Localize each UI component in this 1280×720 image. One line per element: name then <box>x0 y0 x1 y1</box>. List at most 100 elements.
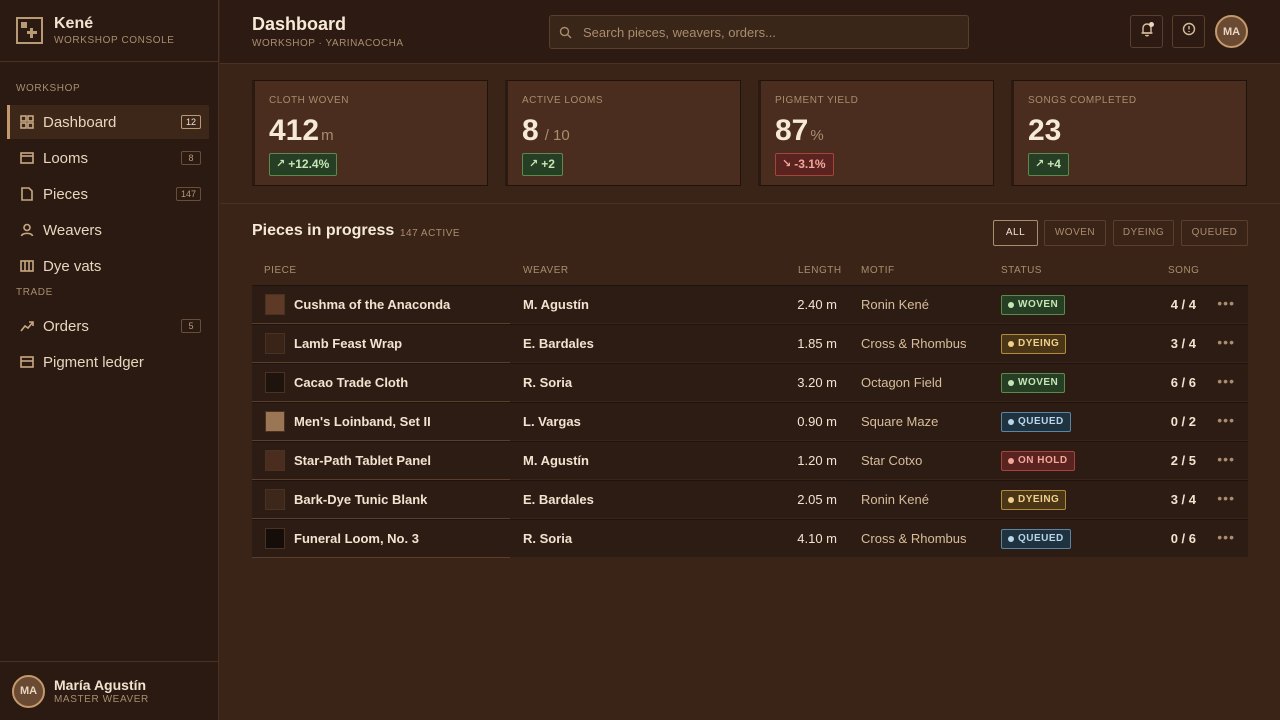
piece-name: Cacao Trade Cloth <box>294 375 409 390</box>
filter-woven[interactable]: WOVEN <box>1044 220 1106 246</box>
motif-name: Ronin Kené <box>861 492 929 507</box>
notifications-button[interactable] <box>1130 15 1163 48</box>
piece-name: Lamb Feast Wrap <box>294 336 403 351</box>
color-swatch <box>265 333 285 354</box>
table-row[interactable]: Funeral Loom, No. 3 R. Soria 4.10 m Cros… <box>252 519 1248 558</box>
trend-icon <box>20 319 34 333</box>
brand[interactable]: Kené WORKSHOP CONSOLE <box>0 0 218 62</box>
more-options-icon[interactable]: ••• <box>1217 335 1235 349</box>
table-row[interactable]: Cushma of the Anaconda M. Agustín 2.40 m… <box>252 285 1248 324</box>
search-box[interactable] <box>549 15 969 49</box>
sidebar-item-label: Dye vats <box>43 257 102 275</box>
header-avatar[interactable]: MA <box>1215 15 1248 48</box>
header: Dashboard WORKSHOP · YARINACOCHA MA <box>220 0 1280 64</box>
stat-card-cloth-woven[interactable]: CLOTH WOVEN 412 m ↗ +12.4% <box>252 80 488 186</box>
length-value: 2.05 m <box>797 492 837 507</box>
document-icon <box>20 187 34 201</box>
length-value: 4.10 m <box>797 531 837 546</box>
sidebar-item-pieces[interactable]: Pieces 147 <box>9 177 209 211</box>
stat-unit: m <box>321 127 334 144</box>
kene-logo-icon <box>16 17 43 44</box>
more-options-icon[interactable]: ••• <box>1217 491 1235 505</box>
stat-card-songs-completed[interactable]: SONGS COMPLETED 23 ↗ +4 <box>1011 80 1247 186</box>
column-header-length[interactable]: LENGTH <box>798 265 842 276</box>
sidebar-item-weavers[interactable]: Weavers <box>9 213 209 247</box>
status-badge: WOVEN <box>1001 373 1066 393</box>
page-subtitle: WORKSHOP · YARINACOCHA <box>252 38 404 49</box>
more-options-icon[interactable]: ••• <box>1217 413 1235 427</box>
more-options-icon[interactable]: ••• <box>1217 530 1235 544</box>
sidebar-item-count: 147 <box>175 187 201 201</box>
color-swatch <box>265 489 285 510</box>
filter-queued[interactable]: QUEUED <box>1181 220 1248 246</box>
stat-unit: % <box>810 127 824 144</box>
grid-icon <box>20 115 34 129</box>
nav-section-workshop: WORKSHOP <box>16 83 81 94</box>
color-swatch <box>265 372 285 393</box>
stat-card-active-looms[interactable]: ACTIVE LOOMS 8/ 10 ↗ +2 <box>505 80 741 186</box>
ledger-icon <box>20 355 34 369</box>
length-value: 3.20 m <box>797 375 837 390</box>
stat-card-pigment-yield[interactable]: PIGMENT YIELD 87% ↘ -3.1% <box>758 80 994 186</box>
vat-icon <box>20 259 34 273</box>
weaver-name: R. Soria <box>523 375 573 390</box>
motif-name: Ronin Kené <box>861 297 929 312</box>
stat-value: 23 <box>1028 114 1062 147</box>
sidebar-item-label: Pigment ledger <box>43 353 144 371</box>
status-button[interactable] <box>1172 15 1205 48</box>
sidebar-item-orders[interactable]: Orders 5 <box>9 309 209 343</box>
piece-name: Funeral Loom, No. 3 <box>294 531 419 546</box>
search-input[interactable] <box>583 24 953 40</box>
sidebar-item-dashboard[interactable]: Dashboard 12 <box>7 105 209 139</box>
motif-name: Star Cotxo <box>861 453 923 468</box>
column-header-piece[interactable]: PIECE <box>264 265 297 276</box>
song-progress: 0 / 6 <box>1170 531 1196 546</box>
column-header-status[interactable]: STATUS <box>1001 265 1042 276</box>
length-value: 1.20 m <box>797 453 837 468</box>
table-row[interactable]: Men's Loinband, Set II L. Vargas 0.90 m … <box>252 402 1248 441</box>
trend-up-icon: ↗ <box>276 158 286 170</box>
trend-up-icon: ↗ <box>1035 158 1045 170</box>
column-header-weaver[interactable]: WEAVER <box>523 265 569 276</box>
filter-all[interactable]: ALL <box>993 220 1038 246</box>
column-header-song[interactable]: SONG <box>1168 265 1199 276</box>
piece-name: Men's Loinband, Set II <box>294 414 431 429</box>
sidebar-item-dye-vats[interactable]: Dye vats <box>9 249 209 283</box>
alert-circle-icon <box>1182 22 1196 41</box>
sidebar-item-looms[interactable]: Looms 8 <box>9 141 209 175</box>
stat-label: PIGMENT YIELD <box>775 95 859 106</box>
stat-delta: ↗ +12.4% <box>269 153 338 176</box>
filter-dyeing[interactable]: DYEING <box>1113 220 1174 246</box>
more-options-icon[interactable]: ••• <box>1217 374 1235 388</box>
song-progress: 0 / 2 <box>1170 414 1196 429</box>
table-row[interactable]: Lamb Feast Wrap E. Bardales 1.85 m Cross… <box>252 324 1248 363</box>
trend-down-icon: ↘ <box>782 158 792 170</box>
song-progress: 2 / 5 <box>1170 453 1196 468</box>
stat-value: 87% <box>775 114 824 147</box>
more-options-icon[interactable]: ••• <box>1217 296 1235 310</box>
stat-delta: ↘ -3.1% <box>775 153 834 176</box>
user-card[interactable]: MA María Agustín MASTER WEAVER <box>0 661 219 720</box>
stat-delta: ↗ +2 <box>522 153 563 176</box>
table-row[interactable]: Star-Path Tablet Panel M. Agustín 1.20 m… <box>252 441 1248 480</box>
sidebar: Kené WORKSHOP CONSOLE WORKSHOP Dashboard… <box>0 0 219 720</box>
length-value: 0.90 m <box>797 414 837 429</box>
stat-delta: ↗ +4 <box>1028 153 1069 176</box>
status-badge: QUEUED <box>1001 412 1071 432</box>
color-swatch <box>265 294 285 315</box>
sidebar-item-pigment-ledger[interactable]: Pigment ledger <box>9 345 209 379</box>
sidebar-item-count: 8 <box>181 151 201 165</box>
table-row[interactable]: Bark-Dye Tunic Blank E. Bardales 2.05 m … <box>252 480 1248 519</box>
sidebar-item-label: Orders <box>43 317 89 335</box>
piece-name: Bark-Dye Tunic Blank <box>294 492 428 507</box>
sidebar-item-label: Weavers <box>43 221 102 239</box>
song-progress: 3 / 4 <box>1170 336 1196 351</box>
column-header-motif[interactable]: MOTIF <box>861 265 895 276</box>
status-badge: DYEING <box>1001 334 1067 354</box>
brand-title: Kené <box>54 15 94 32</box>
song-progress: 3 / 4 <box>1170 492 1196 507</box>
more-options-icon[interactable]: ••• <box>1217 452 1235 466</box>
color-swatch <box>265 528 285 549</box>
table-row[interactable]: Cacao Trade Cloth R. Soria 3.20 m Octago… <box>252 363 1248 402</box>
avatar: MA <box>12 674 45 708</box>
